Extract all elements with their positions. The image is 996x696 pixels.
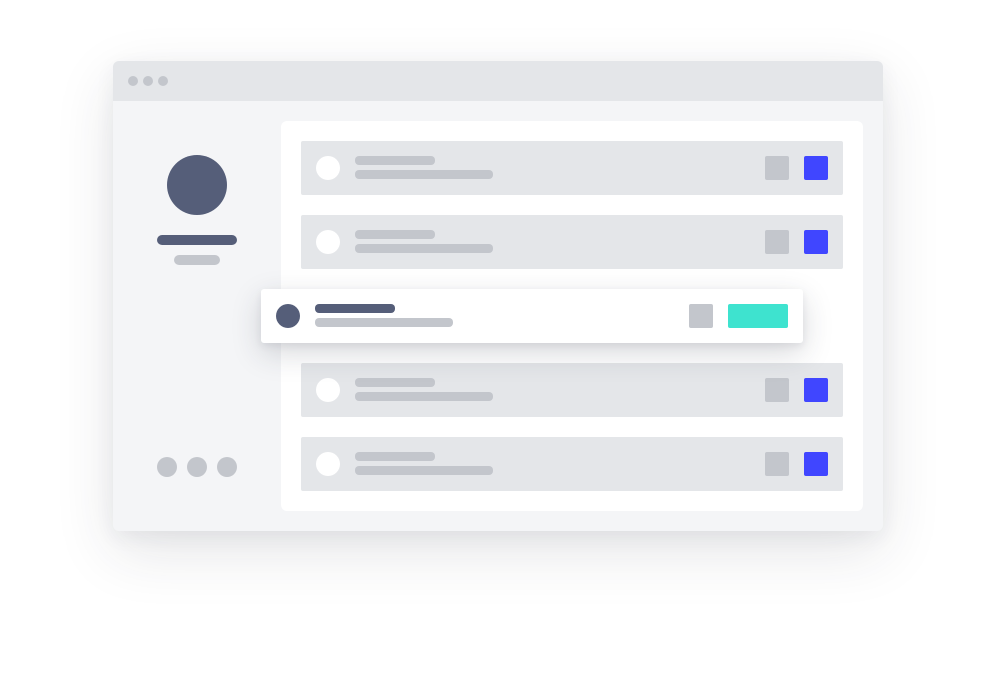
item-title-placeholder (355, 230, 435, 239)
list-item[interactable] (301, 437, 843, 491)
secondary-action-button[interactable] (765, 378, 789, 402)
secondary-action-button[interactable] (765, 230, 789, 254)
item-avatar (316, 156, 340, 180)
sidebar-dot-icon[interactable] (217, 457, 237, 477)
primary-action-button[interactable] (804, 452, 828, 476)
item-subtitle-placeholder (315, 318, 453, 327)
window-dot-icon[interactable] (128, 76, 138, 86)
window-titlebar (113, 61, 883, 101)
item-avatar (276, 304, 300, 328)
item-subtitle-placeholder (355, 466, 493, 475)
list-item[interactable] (301, 215, 843, 269)
sidebar-dot-icon[interactable] (157, 457, 177, 477)
list-item[interactable] (301, 141, 843, 195)
profile-name-placeholder (157, 235, 237, 245)
item-subtitle-placeholder (355, 170, 493, 179)
secondary-action-button[interactable] (765, 156, 789, 180)
window-dot-icon[interactable] (158, 76, 168, 86)
item-title-placeholder (355, 452, 435, 461)
profile-role-placeholder (174, 255, 220, 265)
primary-action-button[interactable] (804, 156, 828, 180)
item-avatar (316, 230, 340, 254)
item-avatar (316, 452, 340, 476)
profile-avatar[interactable] (167, 155, 227, 215)
secondary-action-button[interactable] (765, 452, 789, 476)
primary-action-button[interactable] (804, 378, 828, 402)
window-dot-icon[interactable] (143, 76, 153, 86)
item-title-placeholder (315, 304, 395, 313)
item-title-placeholder (355, 378, 435, 387)
item-subtitle-placeholder (355, 244, 493, 253)
accent-action-button[interactable] (728, 304, 788, 328)
secondary-action-button[interactable] (689, 304, 713, 328)
list-item[interactable] (301, 363, 843, 417)
item-subtitle-placeholder (355, 392, 493, 401)
sidebar-dot-icon[interactable] (187, 457, 207, 477)
item-avatar (316, 378, 340, 402)
dragged-list-item[interactable] (261, 289, 803, 343)
item-title-placeholder (355, 156, 435, 165)
primary-action-button[interactable] (804, 230, 828, 254)
